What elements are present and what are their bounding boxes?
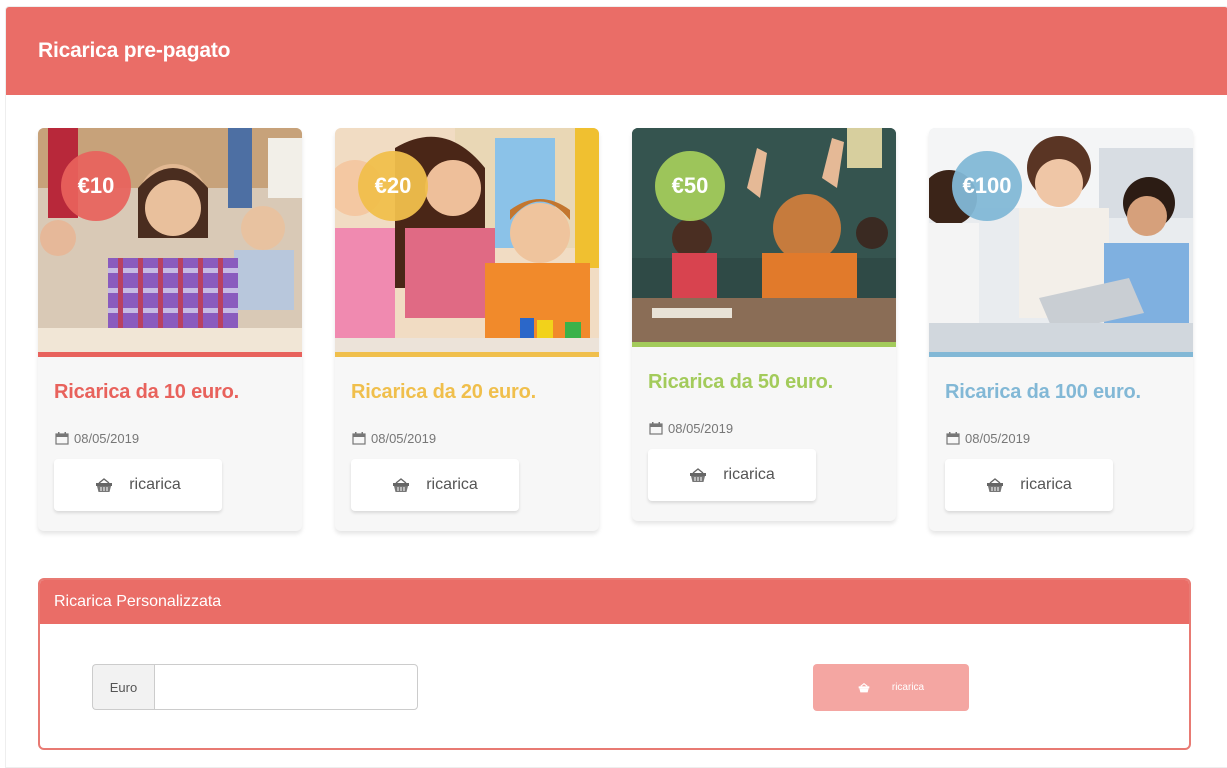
recharge-button-10[interactable]: ricarica [54, 459, 222, 511]
custom-recharge-header: Ricarica Personalizzata [40, 580, 1189, 624]
date-text: 08/05/2019 [371, 431, 437, 446]
calendar-icon [55, 432, 69, 445]
button-label: ricarica [723, 466, 775, 483]
basket-icon [690, 467, 707, 482]
basket-icon [858, 682, 870, 692]
card-date: 08/05/2019 [55, 431, 302, 446]
card-title: Ricarica da 10 euro. [54, 381, 239, 403]
card-strip [929, 352, 1193, 357]
button-label: ricarica [426, 476, 478, 493]
card-image: €20 [335, 128, 599, 352]
price-badge: €100 [952, 151, 1022, 221]
button-label: ricarica [129, 476, 181, 493]
basket-icon [393, 477, 410, 492]
card-50: €50 Ricarica da 50 euro. 08/05/2019 rica… [632, 128, 896, 521]
calendar-icon [649, 422, 663, 435]
panel-header: Ricarica pre-pagato [6, 7, 1227, 95]
card-date: 08/05/2019 [946, 431, 1193, 446]
date-text: 08/05/2019 [668, 421, 734, 436]
euro-input-group: Euro [92, 664, 418, 710]
panel-title: Ricarica pre-pagato [38, 39, 231, 62]
calendar-icon [352, 432, 366, 445]
date-text: 08/05/2019 [74, 431, 140, 446]
euro-addon: Euro [92, 664, 154, 710]
calendar-icon [946, 432, 960, 445]
card-image: €10 [38, 128, 302, 352]
custom-recharge-panel: Ricarica Personalizzata Euro ricarica [38, 578, 1191, 750]
recharge-button-100[interactable]: ricarica [945, 459, 1113, 511]
euro-amount-input[interactable] [154, 664, 418, 710]
custom-recharge-title: Ricarica Personalizzata [54, 593, 222, 610]
price-badge: €50 [655, 151, 725, 221]
recharge-button-20[interactable]: ricarica [351, 459, 519, 511]
date-text: 08/05/2019 [965, 431, 1031, 446]
card-strip [335, 352, 599, 357]
card-title: Ricarica da 50 euro. [648, 371, 833, 393]
card-20: €20 Ricarica da 20 euro. 08/05/2019 rica… [335, 128, 599, 531]
price-badge: €10 [61, 151, 131, 221]
card-image: €50 [632, 128, 896, 342]
basket-icon [96, 477, 113, 492]
card-date: 08/05/2019 [352, 431, 599, 446]
card-image: €100 [929, 128, 1193, 352]
card-10: €10 Ricarica da 10 euro. 08/05/2019 rica… [38, 128, 302, 531]
card-strip [38, 352, 302, 357]
price-badge: €20 [358, 151, 428, 221]
custom-recharge-button[interactable]: ricarica [813, 664, 969, 711]
card-strip [632, 342, 896, 347]
basket-icon [987, 477, 1004, 492]
card-date: 08/05/2019 [649, 421, 896, 436]
custom-button-label: ricarica [891, 682, 925, 693]
card-title: Ricarica da 100 euro. [945, 381, 1141, 403]
recharge-button-50[interactable]: ricarica [648, 449, 816, 501]
card-title: Ricarica da 20 euro. [351, 381, 536, 403]
button-label: ricarica [1020, 476, 1072, 493]
card-100: €100 Ricarica da 100 euro. 08/05/2019 ri… [929, 128, 1193, 531]
